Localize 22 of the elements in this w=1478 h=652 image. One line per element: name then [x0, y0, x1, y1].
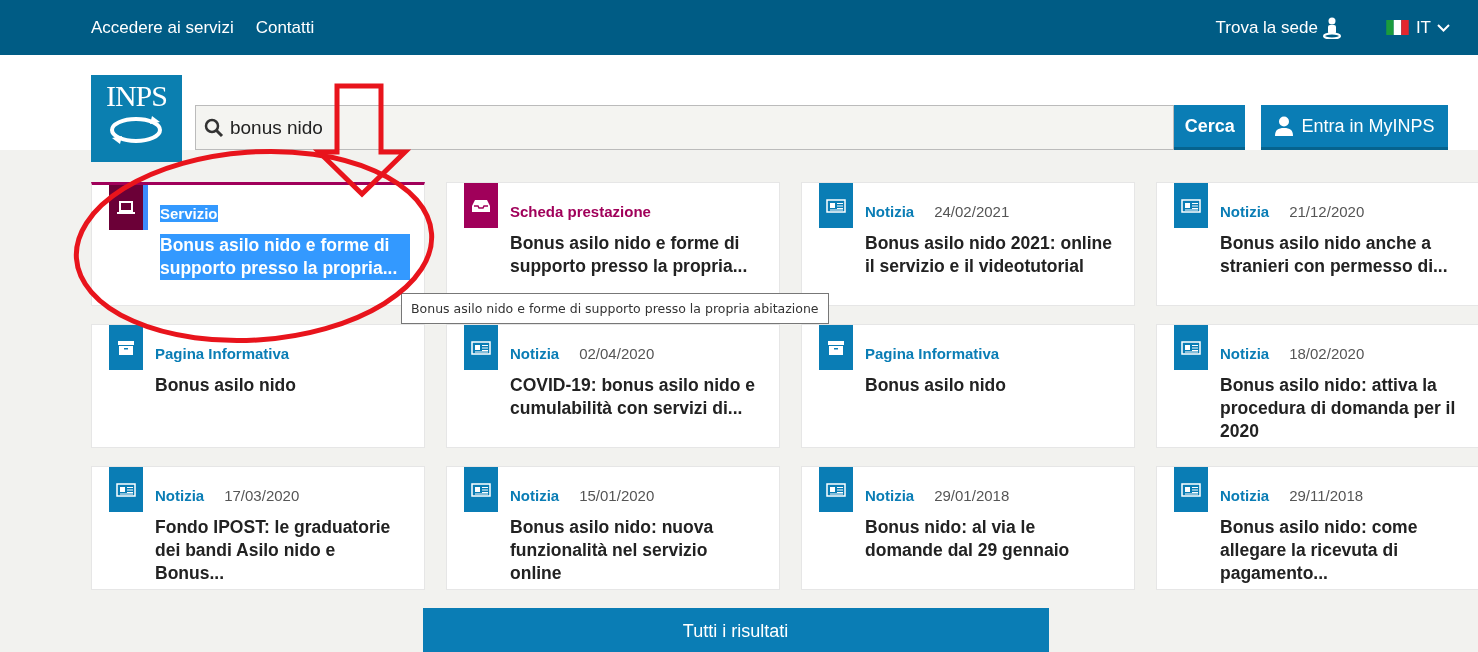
result-date: 18/02/2020: [1289, 345, 1365, 362]
result-type: Pagina Informativa: [865, 345, 1000, 362]
result-type: Notizia: [155, 487, 205, 504]
result-date: 15/01/2020: [579, 487, 655, 504]
result-date: 17/03/2020: [224, 487, 300, 504]
result-date: 24/02/2021: [934, 203, 1010, 220]
result-type: Notizia: [1220, 345, 1270, 362]
result-type: Notizia: [1220, 203, 1270, 220]
result-type: Servizio: [160, 205, 218, 222]
result-type: Pagina Informativa: [155, 345, 290, 362]
result-type: Notizia: [1220, 487, 1270, 504]
tooltip: Bonus asilo nido e forme di supporto presso la propria abitazione: [401, 293, 829, 324]
result-type: Scheda prestazione: [510, 203, 651, 220]
result-type: Notizia: [510, 487, 560, 504]
result-type: Notizia: [865, 487, 915, 504]
result-date: 29/01/2018: [934, 487, 1010, 504]
result-type: Notizia: [865, 203, 915, 220]
result-date: 29/11/2018: [1289, 487, 1364, 504]
logo-text: INPS: [105, 79, 167, 112]
result-type: Notizia: [510, 345, 560, 362]
result-date: 02/04/2020: [579, 345, 655, 362]
result-date: 21/12/2020: [1289, 203, 1365, 220]
